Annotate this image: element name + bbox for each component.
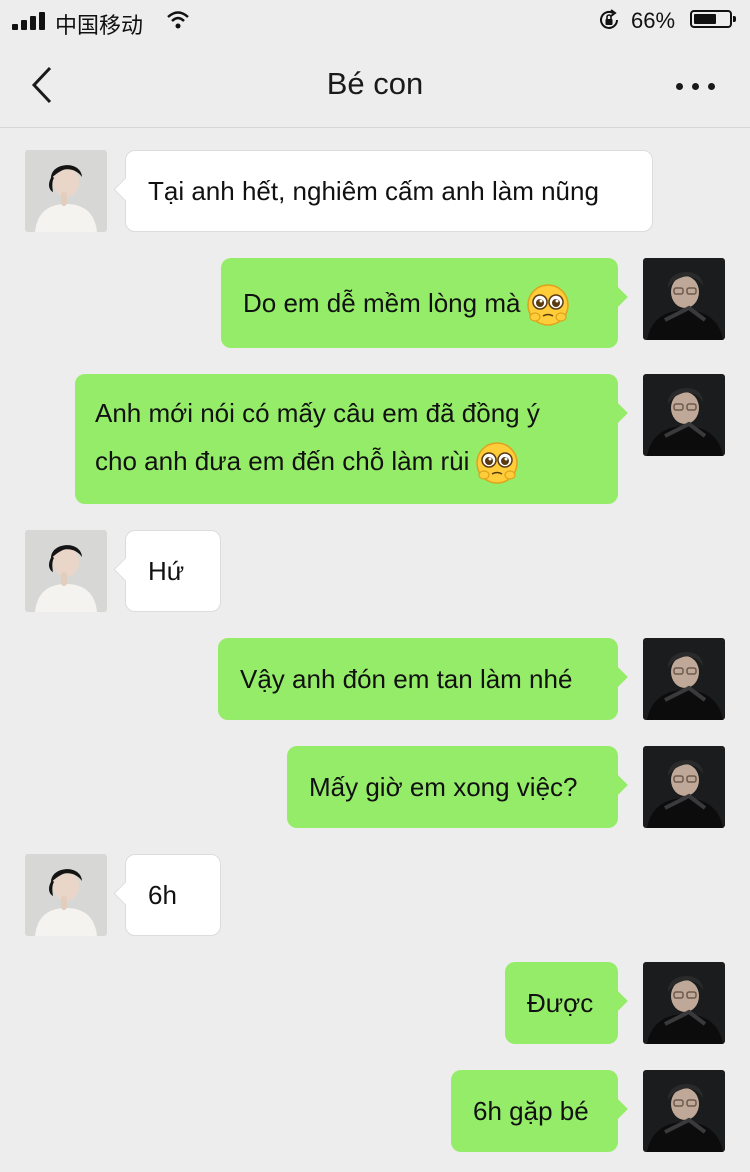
pleading-face-emoji-icon (475, 441, 519, 485)
message-text-line: Anh mới nói có mấy câu em đã đồng ý (95, 398, 540, 428)
contact-avatar[interactable] (25, 854, 107, 936)
message-text: 6h gặp bé (473, 1096, 589, 1126)
my-avatar[interactable] (643, 1070, 725, 1152)
wifi-icon (166, 10, 190, 36)
my-avatar[interactable] (643, 638, 725, 720)
more-options-button[interactable] (670, 66, 722, 102)
more-dots-icon (676, 83, 683, 90)
battery-percent: 66% (631, 8, 676, 33)
contact-avatar[interactable] (25, 150, 107, 232)
message-text: Vậy anh đón em tan làm nhé (240, 664, 573, 694)
outgoing-message-bubble[interactable]: Mấy giờ em xong việc? (287, 746, 618, 828)
incoming-message-bubble[interactable]: Tại anh hết, nghiêm cấm anh làm nũng (125, 150, 653, 232)
message-text-line: cho anh đưa em đến chỗ làm rùi (95, 446, 470, 476)
my-avatar[interactable] (643, 374, 725, 456)
rotation-lock-icon (597, 8, 621, 38)
carrier-name: 中国移动 (55, 14, 144, 39)
my-avatar[interactable] (643, 746, 725, 828)
outgoing-message-bubble[interactable]: Vậy anh đón em tan làm nhé (218, 638, 618, 720)
incoming-message-bubble[interactable]: Hứ (125, 530, 221, 612)
contact-avatar[interactable] (25, 530, 107, 612)
message-text: Mấy giờ em xong việc? (309, 772, 578, 802)
outgoing-message-bubble[interactable]: 6h gặp bé (451, 1070, 618, 1152)
message-text: Tại anh hết, nghiêm cấm anh làm nũng (148, 176, 599, 206)
chat-title: Bé con (326, 66, 424, 101)
pleading-face-emoji-icon (526, 283, 570, 327)
outgoing-message-bubble[interactable]: Do em dễ mềm lòng mà (221, 258, 618, 348)
message-text: Hứ (148, 556, 185, 586)
incoming-message-bubble[interactable]: 6h (125, 854, 221, 936)
status-bar: 中国移动 66% (0, 0, 750, 42)
outgoing-message-bubble[interactable]: Anh mới nói có mấy câu em đã đồng ý cho … (75, 374, 618, 504)
outgoing-message-bubble[interactable]: Được (505, 962, 618, 1044)
my-avatar[interactable] (643, 962, 725, 1044)
signal-icon (12, 12, 46, 30)
chat-header: Bé con (0, 42, 750, 128)
message-text: Được (527, 988, 594, 1018)
message-text: 6h (148, 880, 177, 910)
message-text: Do em dễ mềm lòng mà (243, 288, 521, 318)
my-avatar[interactable] (643, 258, 725, 340)
battery-icon (690, 10, 736, 28)
